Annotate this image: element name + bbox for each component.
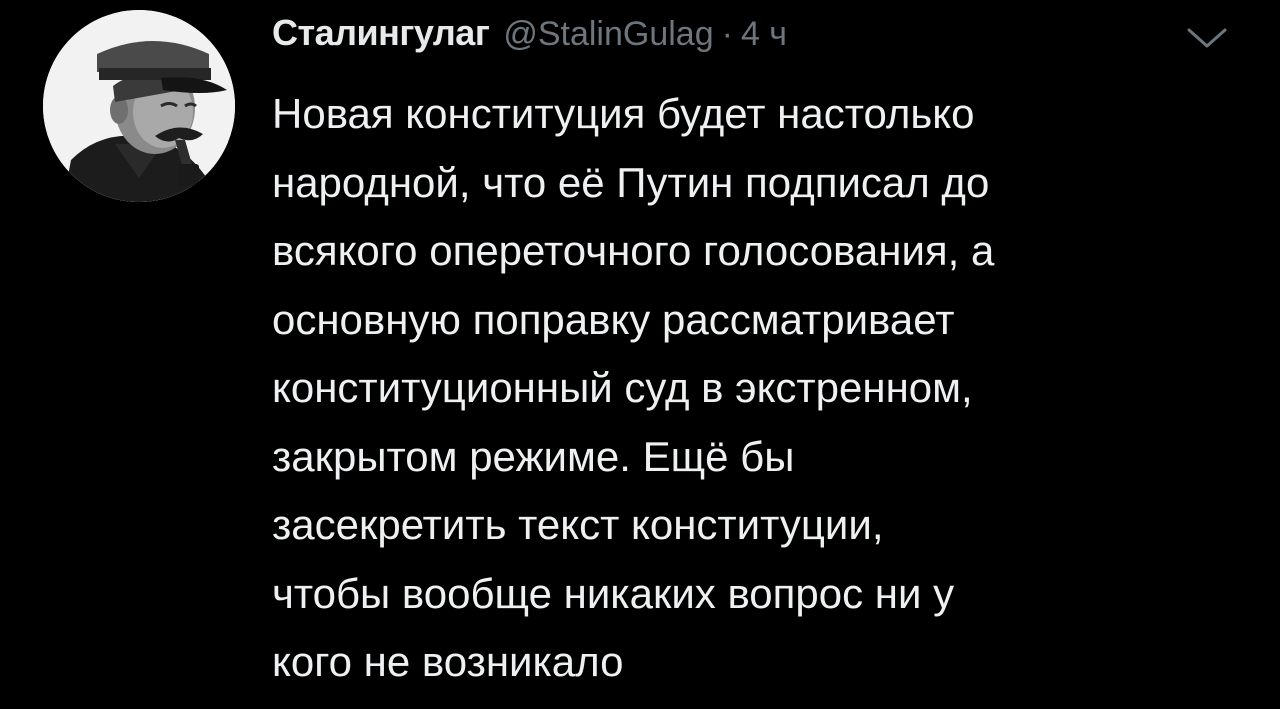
chevron-down-icon [1187, 28, 1227, 48]
tweet-timestamp[interactable]: 4 ч [741, 15, 787, 54]
tweet-text-line: Новая конституция будет настолько [272, 90, 975, 137]
tweet-text-line: кого не возникало [272, 638, 624, 685]
tweet-text-line: конституционный суд в экстренном, [272, 364, 973, 411]
tweet-text-line: закрытом режиме. Ещё бы [272, 432, 795, 480]
author-handle[interactable]: @StalinGulag [503, 15, 713, 54]
tweet-header: Сталингулаг @StalinGulag · 4 ч [272, 12, 787, 64]
tweet-text-line: основную поправку рассматривает [272, 295, 955, 343]
tweet-text-line: народной, что её Путин подписал до [272, 158, 990, 206]
tweet-text-line: всякого опереточного голосования, а [272, 227, 995, 274]
tweet-text-line: чтобы вообще никаких вопрос ни у [272, 569, 955, 617]
avatar[interactable] [43, 10, 235, 202]
tweet-menu-button[interactable] [1183, 24, 1231, 54]
header-separator: · [721, 15, 733, 53]
tweet-text-line: засекретить текст конституции, [272, 501, 884, 548]
tweet[interactable]: Сталингулаг @StalinGulag · 4 ч Новая кон… [0, 0, 1280, 709]
tweet-text: Новая конституция будет настолько народн… [272, 80, 1262, 697]
author-display-name[interactable]: Сталингулаг [272, 12, 490, 54]
stalin-portrait-avatar-icon [43, 10, 235, 202]
